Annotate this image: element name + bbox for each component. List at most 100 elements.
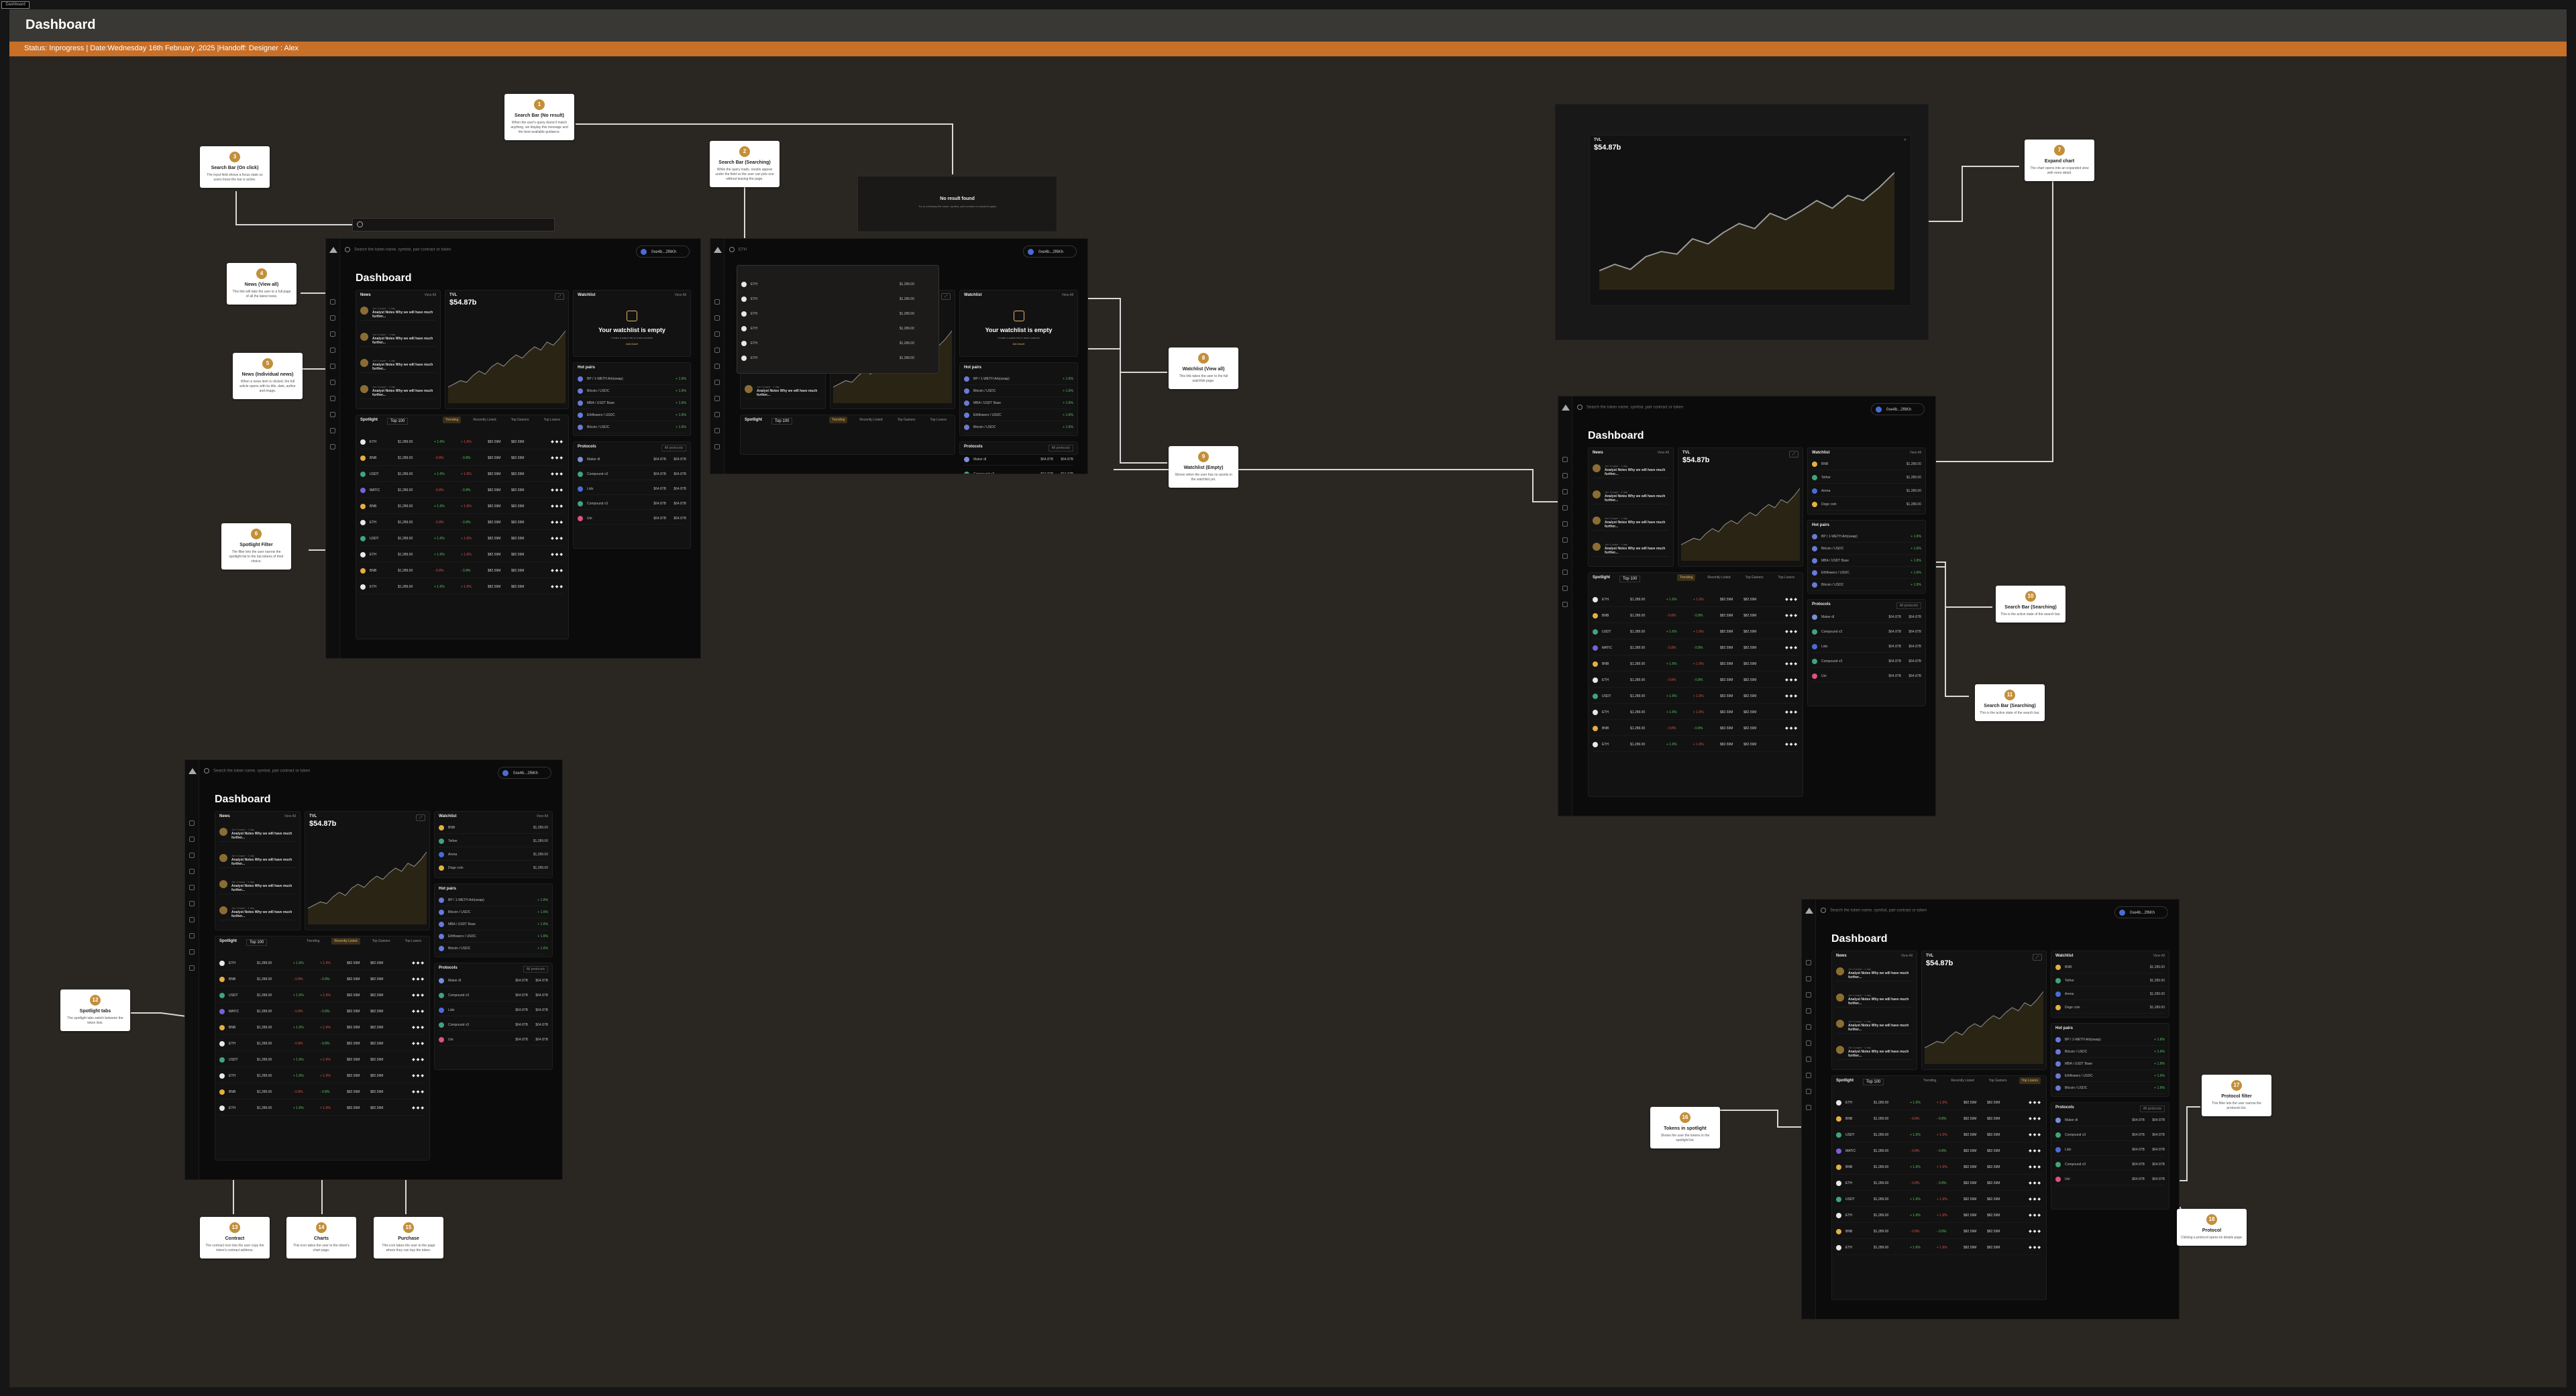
protocol-item[interactable]: Maker dl $64.87B $64.87B xyxy=(1812,612,1921,623)
sidebar-nav-icon[interactable] xyxy=(714,315,720,321)
news-item[interactable]: Jon Cooper · 1 dayAnalyst Notes Why we w… xyxy=(219,902,296,920)
contract-icon[interactable]: ◆ xyxy=(2029,1230,2033,1234)
purchase-icon[interactable]: ◆ xyxy=(1794,598,1799,602)
contract-icon[interactable]: ◆ xyxy=(412,961,417,965)
spotlight-tab[interactable]: Trending xyxy=(828,417,848,423)
spotlight-row[interactable]: ETH $1,289.00 + 1.6% + 1.6% $82.59M $82.59M ◆ ◆… xyxy=(1836,1096,2042,1110)
sidebar-nav-icon[interactable] xyxy=(1806,1105,1811,1110)
hot-pair-item[interactable]: Bitcoin / USDC + 1.6% xyxy=(439,907,548,918)
news-item[interactable]: Jon Cooper · 1 dayAnalyst Notes Why we w… xyxy=(1593,539,1669,557)
wallet-button[interactable]: 0xe4b...2f6Kh xyxy=(498,767,551,779)
watchlist-item[interactable]: Arena $1,289.00 xyxy=(2055,989,2165,1000)
search-result-item[interactable]: ETH $1,289.00 xyxy=(741,279,934,290)
sidebar-nav-icon[interactable] xyxy=(330,299,335,305)
contract-icon[interactable]: ◆ xyxy=(551,472,555,476)
hot-pair-item[interactable]: MBA / USDT Base + 1.6% xyxy=(2055,1059,2165,1070)
spotlight-tab[interactable]: Recently Listed xyxy=(1948,1077,1976,1084)
purchase-icon[interactable]: ◆ xyxy=(421,1090,425,1094)
news-item[interactable]: Jon Cooper · 1 dayAnalyst Notes Why we w… xyxy=(1593,486,1669,504)
purchase-icon[interactable]: ◆ xyxy=(1794,678,1799,682)
sidebar-nav-icon[interactable] xyxy=(189,949,195,955)
purchase-icon[interactable]: ◆ xyxy=(559,537,564,541)
protocol-item[interactable]: Maker dl $64.87B $64.87B xyxy=(2055,1115,2165,1126)
protocol-item[interactable]: Compound v3 $64.87B $64.87B xyxy=(1812,656,1921,667)
hot-pair-item[interactable]: BP / 1-WETH Arb(swap) + 1.6% xyxy=(578,374,686,385)
sidebar-nav-icon[interactable] xyxy=(330,380,335,385)
spotlight-row[interactable]: BNB $1,289.00 - 0.8% - 0.8% $82.59M $82.59M ◆ ◆… xyxy=(360,564,564,578)
hot-pair-item[interactable]: Bitcoin / USDC + 1.6% xyxy=(2055,1083,2165,1094)
sidebar-nav-icon[interactable] xyxy=(189,869,195,874)
spotlight-tab[interactable]: Top Gainers xyxy=(1743,574,1766,581)
sidebar-nav-icon[interactable] xyxy=(714,331,720,337)
watchlist-view-all-link[interactable]: View All xyxy=(537,814,548,818)
sidebar-nav-icon[interactable] xyxy=(189,965,195,971)
sidebar-nav-icon[interactable] xyxy=(1806,1057,1811,1062)
search-bar[interactable]: Search the token name, symbol, pair cont… xyxy=(1577,405,1860,414)
spotlight-tab[interactable]: Recently Listed xyxy=(1705,574,1733,581)
protocol-item[interactable]: Uni $64.87B $64.87B xyxy=(578,513,686,525)
contract-icon[interactable]: ◆ xyxy=(551,537,555,541)
purchase-icon[interactable]: ◆ xyxy=(2037,1149,2042,1153)
purchase-icon[interactable]: ◆ xyxy=(421,1042,425,1046)
sidebar-nav-icon[interactable] xyxy=(1806,992,1811,998)
protocol-item[interactable]: Compound v3 $64.87B $64.87B xyxy=(439,990,548,1002)
contract-icon[interactable]: ◆ xyxy=(551,440,555,444)
sidebar-nav-icon[interactable] xyxy=(1562,602,1568,607)
spotlight-row[interactable]: USDT $1,289.00 + 1.6% + 1.6% $82.59M $82.59M ◆… xyxy=(1593,625,1799,639)
purchase-icon[interactable]: ◆ xyxy=(2037,1101,2042,1105)
news-item[interactable]: Jon Cooper · 1 dayAnalyst Notes Why we w… xyxy=(1836,1016,1913,1034)
hot-pair-item[interactable]: BP / 1-WETH Arb(swap) + 1.6% xyxy=(1812,531,1921,543)
sidebar-nav-icon[interactable] xyxy=(1562,521,1568,527)
spotlight-row[interactable]: ETH $1,289.00 - 0.8% - 0.8% $82.59M $82.59M ◆ ◆… xyxy=(360,516,564,530)
spotlight-row[interactable]: MATIC $1,289.00 - 0.8% - 0.8% $82.59M $82.59M… xyxy=(219,1005,425,1019)
protocol-item[interactable]: Maker dl $64.87B $64.87B xyxy=(439,975,548,987)
protocol-item[interactable]: Maker dl $64.87B $64.87B xyxy=(964,454,1073,466)
spotlight-row[interactable]: ETH $1,289.00 - 0.8% - 0.8% $82.59M $82.59M ◆ ◆… xyxy=(1593,674,1799,688)
spotlight-row[interactable]: BNB $1,289.00 - 0.8% - 0.8% $82.59M $82.59M ◆ ◆… xyxy=(1836,1112,2042,1126)
search-input[interactable]: Search the token name, symbol, pair cont… xyxy=(354,248,451,252)
wallet-button[interactable]: 0xe4b...2f6Kh xyxy=(2114,906,2168,918)
hot-pair-item[interactable]: MBA / USDT Base + 1.6% xyxy=(439,919,548,930)
news-item[interactable]: Jon Cooper · 1 dayAnalyst Notes Why we w… xyxy=(360,303,436,321)
watchlist-view-all-link[interactable]: View All xyxy=(2153,954,2165,958)
protocol-item[interactable]: Lido $64.87B $64.87B xyxy=(439,1005,548,1016)
spotlight-row[interactable]: MATIC $1,289.00 - 0.8% - 0.8% $82.59M $82.59M… xyxy=(360,484,564,498)
price-chart[interactable] xyxy=(1681,480,1800,561)
protocol-item[interactable]: Compound v3 $64.87B $64.87B xyxy=(578,469,686,480)
expanded-price-chart[interactable] xyxy=(1599,162,1894,290)
sidebar-nav-icon[interactable] xyxy=(189,933,195,938)
contract-icon[interactable]: ◆ xyxy=(1785,678,1790,682)
sidebar-nav-icon[interactable] xyxy=(189,853,195,858)
purchase-icon[interactable]: ◆ xyxy=(1794,646,1799,650)
search-bar[interactable]: Search the token name, symbol, pair cont… xyxy=(345,247,625,256)
spotlight-row[interactable]: USDT $1,289.00 + 1.6% + 1.6% $82.59M $82.59M ◆… xyxy=(360,532,564,546)
spotlight-filter[interactable]: Top 100 xyxy=(1619,576,1641,582)
contract-icon[interactable]: ◆ xyxy=(551,569,555,573)
contract-icon[interactable]: ◆ xyxy=(412,994,417,998)
sidebar-nav-icon[interactable] xyxy=(714,396,720,401)
protocol-item[interactable]: Compound v3 $64.87B $64.87B xyxy=(439,1020,548,1031)
hot-pair-item[interactable]: Bitcoin / USDC + 1.6% xyxy=(1812,543,1921,555)
search-result-item[interactable]: ETH $1,289.00 xyxy=(741,309,934,320)
search-result-item[interactable]: ETH $1,289.00 xyxy=(741,353,934,364)
spotlight-filter[interactable]: Top 100 xyxy=(246,939,268,946)
protocol-item[interactable]: Compound v3 $64.87B $64.87B xyxy=(2055,1130,2165,1141)
news-item[interactable]: Jon Cooper · 1 dayAnalyst Notes Why we w… xyxy=(360,381,436,399)
purchase-icon[interactable]: ◆ xyxy=(1794,694,1799,698)
sidebar-nav-icon[interactable] xyxy=(1562,570,1568,575)
sidebar-nav-icon[interactable] xyxy=(330,364,335,369)
spotlight-row[interactable]: BNB $1,289.00 - 0.8% - 0.8% $82.59M $82.59M ◆ ◆… xyxy=(1836,1225,2042,1239)
purchase-icon[interactable]: ◆ xyxy=(421,1026,425,1030)
sidebar-nav-icon[interactable] xyxy=(1806,1024,1811,1030)
purchase-icon[interactable]: ◆ xyxy=(559,521,564,525)
news-item[interactable]: Jon Cooper · 1 dayAnalyst Notes Why we w… xyxy=(1836,963,1913,981)
contract-icon[interactable]: ◆ xyxy=(2029,1101,2033,1105)
hot-pair-item[interactable]: Bitcoin / USDC + 1.6% xyxy=(1812,580,1921,591)
spotlight-row[interactable]: BNB $1,289.00 - 0.8% - 0.8% $82.59M $82.59M ◆ ◆… xyxy=(360,451,564,466)
sidebar-nav-icon[interactable] xyxy=(330,412,335,417)
watchlist-item[interactable]: Tether $1,289.00 xyxy=(1812,472,1921,484)
contract-icon[interactable]: ◆ xyxy=(412,977,417,981)
purchase-icon[interactable]: ◆ xyxy=(2037,1117,2042,1121)
hot-pair-item[interactable]: Bitcoin / USDC + 1.6% xyxy=(439,943,548,955)
purchase-icon[interactable]: ◆ xyxy=(559,440,564,444)
